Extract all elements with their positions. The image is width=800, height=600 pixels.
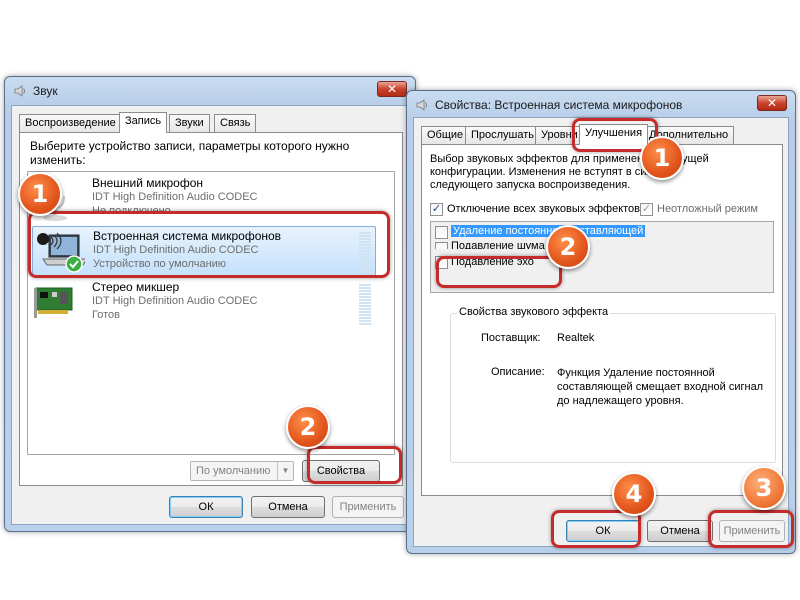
effect-label-noise-suppression[interactable]: Подавление шума <box>451 240 545 249</box>
apply-button[interactable]: Применить <box>332 496 404 518</box>
window-title: Звук <box>33 84 58 98</box>
device-driver: IDT High Definition Audio CODEC <box>92 191 258 203</box>
properties-window-titlebar[interactable]: Свойства: Встроенная система микрофонов … <box>407 91 795 117</box>
close-button[interactable]: ✕ <box>377 81 407 97</box>
vendor-label: Поставщик: <box>481 332 541 344</box>
device-item-stereo-mix[interactable]: Стерео микшер IDT High Definition Audio … <box>28 278 394 328</box>
sound-card-icon <box>34 287 73 318</box>
tab-sounds[interactable]: Звуки <box>169 114 210 132</box>
device-status: Готов <box>92 309 120 321</box>
instruction-text: Выберите устройство записи, параметры ко… <box>30 139 350 167</box>
highlight-properties-button <box>307 446 402 484</box>
step-badge-2: 2 <box>546 225 590 269</box>
description-value: Функция Удаление постоянной составляющей… <box>557 367 764 407</box>
speaker-icon <box>14 85 25 97</box>
description-label: Описание: <box>491 366 545 378</box>
sound-window-titlebar[interactable]: Звук ✕ <box>5 77 415 103</box>
close-button[interactable]: ✕ <box>757 95 787 111</box>
recording-panel: Выберите устройство записи, параметры ко… <box>19 132 403 486</box>
highlight-apply-button <box>708 510 794 548</box>
device-name: Внешний микрофон <box>92 176 204 190</box>
step-badge-2: 2 <box>286 405 330 449</box>
effect-properties-title: Свойства звукового эффекта <box>457 306 611 318</box>
effect-checkbox[interactable] <box>435 242 448 249</box>
tab-playback[interactable]: Воспроизведение <box>19 114 122 132</box>
highlight-ok-button <box>551 510 641 548</box>
ok-button[interactable]: ОК <box>169 496 243 518</box>
tab-listen[interactable]: Прослушать <box>465 126 541 144</box>
vendor-value: Realtek <box>557 332 595 344</box>
cancel-button[interactable]: Отмена <box>251 496 325 518</box>
device-name: Стерео микшер <box>92 280 180 294</box>
effect-checkbox[interactable] <box>435 226 448 239</box>
tab-strip: Воспроизведение Запись Звуки Связь <box>19 112 399 133</box>
speaker-icon <box>416 99 427 111</box>
effect-properties-group: Свойства звукового эффекта Поставщик: Re… <box>450 306 776 463</box>
window-title: Свойства: Встроенная система микрофонов <box>435 98 683 112</box>
disable-all-effects-label: Отключение всех звуковых эффектов <box>447 203 640 215</box>
properties-window-client: Общие Прослушать Уровни Улучшения Дополн… <box>413 117 789 547</box>
enhancements-description: Выбор звуковых эффектов для применения к… <box>430 153 709 191</box>
cancel-button[interactable]: Отмена <box>647 520 713 542</box>
set-default-label: По умолчанию <box>196 465 271 477</box>
step-badge-1: 1 <box>18 172 62 216</box>
step-badge-4: 4 <box>612 472 656 516</box>
properties-window: Свойства: Встроенная система микрофонов … <box>406 90 796 554</box>
step-badge-3: 3 <box>742 466 786 510</box>
immediate-mode-checkbox[interactable]: ✓ <box>640 203 653 216</box>
tab-strip: Общие Прослушать Уровни Улучшения Дополн… <box>421 124 781 145</box>
device-driver: IDT High Definition Audio CODEC <box>92 295 258 307</box>
tab-recording[interactable]: Запись <box>119 112 168 133</box>
set-default-dropdown[interactable]: По умолчанию ▼ <box>190 461 294 481</box>
tab-general[interactable]: Общие <box>421 126 470 144</box>
disable-all-effects-checkbox[interactable]: ✓ <box>430 203 443 216</box>
highlight-builtin-mic <box>28 211 390 278</box>
tab-communications[interactable]: Связь <box>214 114 257 132</box>
immediate-mode-label: Неотложный режим <box>657 203 758 215</box>
tab-enhancements[interactable]: Улучшения <box>579 124 649 145</box>
level-meter <box>359 284 371 326</box>
highlight-echo-cancellation <box>436 256 562 288</box>
enhancements-panel: Выбор звуковых эффектов для применения к… <box>421 144 783 496</box>
chevron-down-icon: ▼ <box>277 462 293 480</box>
